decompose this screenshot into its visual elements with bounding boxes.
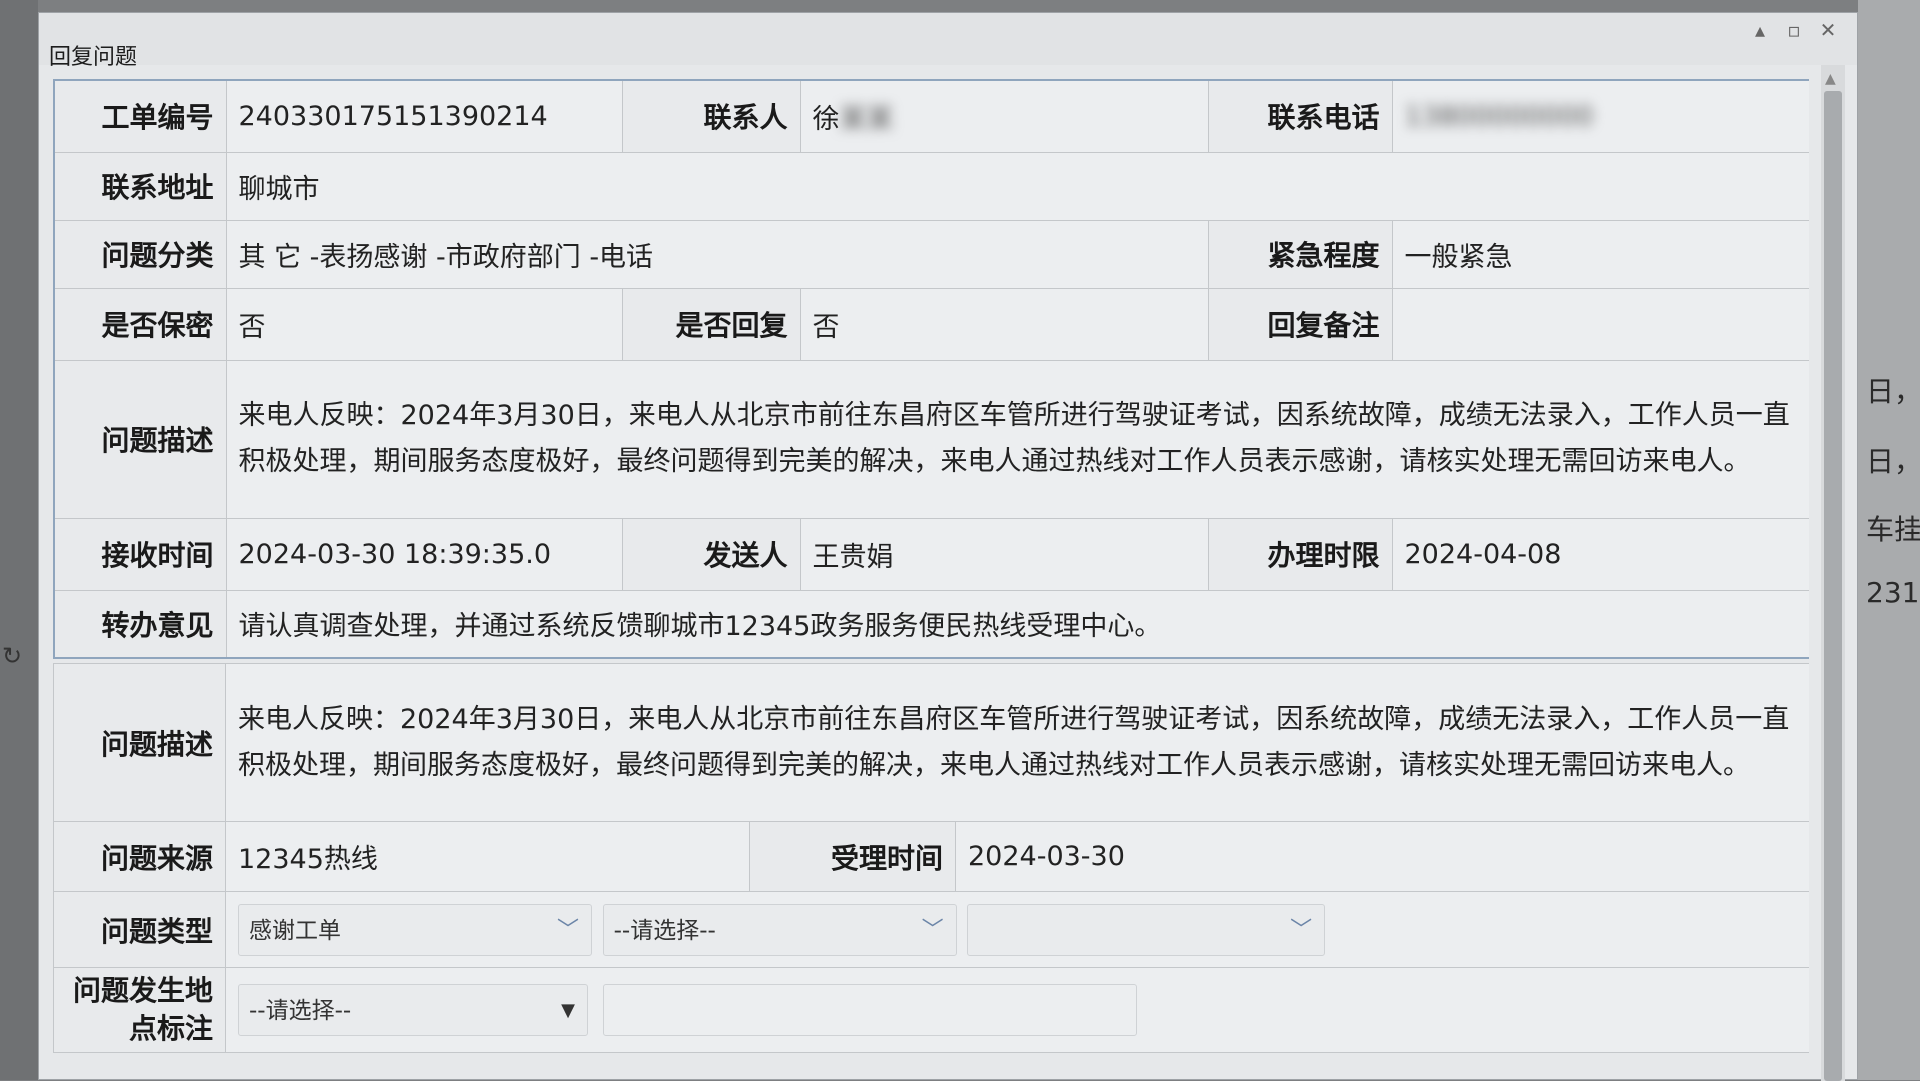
problem-type-select-1[interactable]: 感谢工单 ﹀ — [238, 903, 592, 956]
description-label: 问题描述 — [53, 359, 227, 519]
phone-redacted: 13800000000 — [1404, 100, 1594, 132]
sender-label: 发送人 — [621, 517, 801, 591]
accept-time-value: 2024-03-30 — [954, 821, 1809, 892]
scroll-up-icon[interactable]: ▲ — [1825, 71, 1836, 87]
category-label: 问题分类 — [53, 219, 227, 289]
bg-fragment: 车挂牌 — [1866, 513, 1920, 546]
category-value: 其 它 -表扬感谢 -市政府部门 -电话 — [225, 219, 1209, 289]
problem-type-selects: 感谢工单 ﹀ --请选择-- ﹀ ﹀ — [224, 891, 1809, 968]
location-fields: --请选择-- ▼ — [224, 967, 1809, 1053]
location-select[interactable]: --请选择-- ▼ — [238, 984, 588, 1036]
deadline-label: 办理时限 — [1207, 517, 1393, 591]
contact-value: 徐某某 — [799, 79, 1209, 153]
urgency-label: 紧急程度 — [1207, 219, 1393, 289]
problem-type-select-1-value: 感谢工单 — [249, 917, 341, 944]
accept-time-label: 受理时间 — [749, 821, 956, 892]
refresh-icon: ↻ — [2, 642, 23, 670]
reply-description-label: 问题描述 — [53, 663, 226, 822]
bg-fragment: 2319 — [1866, 576, 1920, 609]
background-left: ↻ — [0, 0, 38, 1080]
transfer-opinion-label: 转办意见 — [53, 589, 227, 659]
confidential-label: 是否保密 — [53, 287, 227, 361]
vertical-scrollbar[interactable]: ▲ — [1821, 65, 1845, 1081]
problem-type-select-2-value: --请选择-- — [613, 917, 716, 944]
contact-name-redacted: 某某 — [839, 103, 894, 135]
reply-description-value: 来电人反映：2024年3月30日，来电人从北京市前往东昌府区车管所进行驾驶证考试… — [224, 663, 1809, 822]
description-value: 来电人反映：2024年3月30日，来电人从北京市前往东昌府区车管所进行驾驶证考试… — [225, 359, 1809, 519]
reply-note-label: 回复备注 — [1207, 287, 1393, 361]
transfer-opinion-value: 请认真调查处理，并通过系统反馈聊城市12345政务服务便民热线受理中心。 — [225, 589, 1809, 659]
chevron-down-icon: ﹀ — [556, 917, 579, 943]
location-select-value: --请选择-- — [249, 998, 352, 1024]
scrollbar-thumb[interactable] — [1824, 91, 1842, 1081]
confidential-value: 否 — [225, 287, 623, 361]
caret-down-icon: ▼ — [561, 1000, 575, 1021]
received-time-value: 2024-03-30 18:39:35.0 — [225, 517, 623, 591]
address-value: 聊城市 — [225, 151, 1809, 221]
received-time-label: 接收时间 — [53, 517, 227, 591]
close-icon[interactable]: ✕ — [1815, 17, 1841, 43]
dialog-content: 工单编号 240330175151390214 联系人 徐某某 联系电话 138… — [53, 79, 1809, 1081]
background-right-panel: 日， 日， 车挂牌 2319 — [1858, 0, 1920, 1080]
bg-fragment: 日， — [1866, 445, 1920, 478]
chevron-down-icon: ﹀ — [1290, 917, 1313, 943]
chevron-down-icon: ﹀ — [921, 917, 944, 943]
phone-label: 联系电话 — [1207, 79, 1393, 153]
ticket-info-table: 工单编号 240330175151390214 联系人 徐某某 联系电话 138… — [53, 79, 1809, 659]
reply-dialog: 回复问题 ▴ ▫ ✕ ▲ 工单编号 240330175151390214 联系人… — [38, 12, 1858, 1081]
maximize-icon[interactable]: ▫ — [1781, 17, 1807, 43]
location-label: 问题发生地点标注 — [53, 967, 226, 1053]
source-value: 12345热线 — [225, 821, 750, 892]
problem-type-label: 问题类型 — [53, 891, 226, 968]
contact-name: 徐 — [812, 103, 840, 135]
address-label: 联系地址 — [53, 151, 227, 221]
sender-value: 王贵娟 — [799, 517, 1209, 591]
urgency-value: 一般紧急 — [1391, 219, 1809, 289]
ticket-no-value: 240330175151390214 — [225, 79, 623, 153]
need-reply-value: 否 — [799, 287, 1209, 361]
bg-fragment: 日， — [1866, 375, 1920, 408]
collapse-icon[interactable]: ▴ — [1747, 17, 1773, 43]
ticket-no-label: 工单编号 — [53, 79, 227, 153]
reply-note-value — [1391, 287, 1809, 361]
location-input[interactable] — [602, 984, 1137, 1036]
phone-value: 13800000000 — [1391, 79, 1809, 153]
problem-type-select-3[interactable]: ﹀ — [967, 903, 1326, 956]
reply-form-table: 问题描述 来电人反映：2024年3月30日，来电人从北京市前往东昌府区车管所进行… — [53, 663, 1809, 1053]
contact-label: 联系人 — [621, 79, 801, 153]
dialog-title: 回复问题 — [49, 45, 138, 70]
deadline-value: 2024-04-08 — [1391, 517, 1809, 591]
problem-type-select-2[interactable]: --请选择-- ﹀ — [602, 903, 957, 956]
dialog-titlebar[interactable]: 回复问题 ▴ ▫ ✕ — [39, 13, 1857, 70]
need-reply-label: 是否回复 — [621, 287, 801, 361]
source-label: 问题来源 — [53, 821, 226, 892]
